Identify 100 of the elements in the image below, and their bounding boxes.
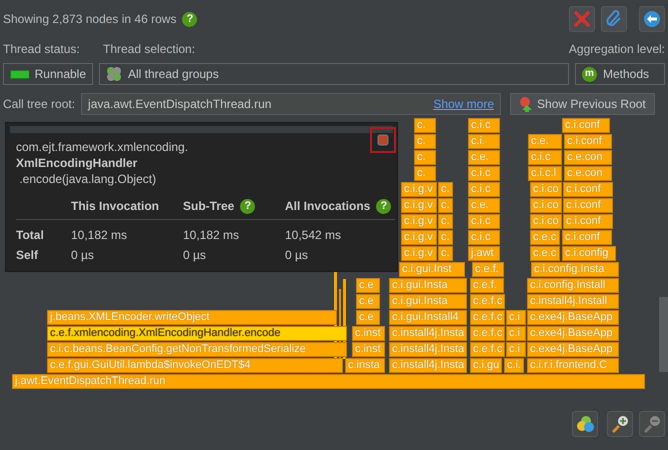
flame-node[interactable]: c.e. [468,150,500,165]
close-tooltip-button[interactable] [370,127,396,153]
table-cell-text: 10,182 ms [71,227,128,244]
flame-node[interactable]: c.i.g.v [401,214,437,229]
close-button[interactable] [569,6,595,32]
flame-node[interactable]: c.i.c [528,150,562,165]
call-tree-root-field[interactable]: java.awt.EventDispatchThread.run Show more [81,93,502,115]
flame-node[interactable]: j.beans.XMLEncoder.writeObject [47,310,337,325]
flame-node[interactable]: c.i.config.Insta [531,262,619,277]
back-button[interactable] [639,6,665,32]
flame-node[interactable]: c. [414,134,436,149]
paperclip-button[interactable] [601,6,627,32]
flame-node[interactable]: c. [438,198,453,213]
show-previous-root-button[interactable]: Show Previous Root [510,93,655,115]
flame-node[interactable]: j.awt.EventDispatchThread.run [12,374,645,389]
node-count-text: Showing 2,873 nodes in 46 rows [3,11,176,28]
flame-node[interactable]: c.i [506,310,526,325]
flame-node[interactable]: c.e.f.c [470,342,506,357]
flame-node[interactable]: c.i.config.Install [527,278,619,293]
flame-node[interactable]: c.i.co [530,182,562,197]
thread-selection-dropdown[interactable]: All thread groups [99,63,569,85]
flame-node[interactable]: c.install4j.Insta [389,358,468,373]
flame-node[interactable]: c. [414,118,436,133]
flame-node[interactable]: c.i [506,342,526,357]
flame-node[interactable]: c.i.gui.Insta [389,294,467,309]
flame-node[interactable]: c.e.con [564,150,612,165]
field-label: Thread status: [3,41,81,58]
flame-node[interactable]: c.insta [345,358,385,373]
colors-button[interactable] [572,411,598,437]
flame-node[interactable]: c.e.f. [472,262,504,277]
flame-node[interactable]: c.e.f. [470,278,504,293]
flame-node[interactable]: c.install4j.Insta [389,326,468,341]
flame-node[interactable]: c.e.f.gui.GuiUtil.lambda$invokeOnEDT$4 [47,358,343,373]
show-more-link[interactable]: Show more [433,95,494,113]
flame-node[interactable]: c.e [356,310,380,325]
help-icon[interactable]: ? [376,198,392,214]
zoom-in-button[interactable] [607,411,633,437]
flame-node[interactable]: c.e.c [530,246,560,261]
flame-node[interactable]: c.i.r.i.frontend.C [527,358,619,373]
flame-node[interactable]: c.i.conf [562,230,612,245]
flame-node[interactable]: c.e.c [530,230,560,245]
flame-node[interactable]: c.e.con [564,166,612,181]
flame-node[interactable]: c.i.co [530,214,562,229]
flame-node[interactable]: c.e [356,294,380,309]
flame-node[interactable]: c.i.g.v [401,182,437,197]
flame-node[interactable]: c.exe4j.BaseApp [527,342,619,357]
flame-node[interactable]: c.exe4j.BaseApp [527,310,619,325]
help-icon[interactable]: ? [182,12,198,26]
flame-node[interactable]: c.i.c [468,166,500,181]
flame-node[interactable]: c.e.f.c [470,326,506,341]
flame-node[interactable]: c. [438,214,453,229]
drag-handle[interactable] [10,126,393,133]
flame-node[interactable]: c.i [506,326,526,341]
flame-node[interactable]: c.i.c.beans.BeanConfig.getNonTransformedSerialize [47,342,347,357]
flame-node[interactable]: c. [438,182,453,197]
flame-node[interactable]: c.i.gu [470,358,502,373]
flame-node[interactable]: c.i.gui.Insta [389,278,467,293]
flame-node[interactable]: c.e. [528,134,562,149]
flame-node[interactable]: c.i.gui.Inst [399,262,465,277]
flame-node[interactable]: c.i.c.l [528,166,562,181]
flame-node[interactable]: c. [414,166,436,181]
flame-node[interactable]: c.install4j.Insta [389,342,468,357]
flame-node[interactable]: c.i.g.v [401,230,437,245]
flame-node[interactable]: c. [438,246,453,261]
flame-node[interactable]: c.i. [468,134,500,149]
flame-node[interactable]: c.e.f.c [470,310,506,325]
flame-node[interactable]: c.i.co [530,198,562,213]
table-cell-text: 0 µs [71,247,95,264]
flame-node[interactable]: c.i.conf [563,214,613,229]
help-icon[interactable]: ? [240,198,256,214]
flame-node[interactable]: c.i.config [562,246,616,261]
flame-node[interactable]: c.inst [352,326,385,341]
flame-node[interactable]: c.i. [504,358,524,373]
flame-node[interactable]: c.i.conf [563,182,613,197]
flame-node[interactable]: j.awt [468,246,500,261]
flame-node[interactable]: c.e. [468,198,500,213]
flame-node[interactable]: c.i.g.v [401,198,437,213]
flame-node[interactable]: c.install4j.Install [527,294,619,309]
flame-node[interactable]: c.i.c [468,182,500,197]
thread-status-dropdown[interactable]: Runnable [3,63,93,85]
zoom-out-button[interactable] [639,411,665,437]
flame-node[interactable]: c.i.c [468,118,500,133]
flame-node[interactable]: c.i.conf [563,198,613,213]
row-label: Self [16,247,40,264]
flame-node[interactable]: c.i.conf [564,134,612,149]
flame-node[interactable]: c.inst [352,342,385,357]
flame-node[interactable]: c.e.f.c [470,294,506,309]
flame-node[interactable]: c.e.f.xmlencoding.XmlEncodingHandler.encode [47,326,347,341]
flame-node[interactable]: c. [414,150,436,165]
flame-node[interactable]: c.i.g.v [401,246,437,261]
flame-node[interactable]: c.i.conf [562,118,610,133]
flame-node[interactable]: c.exe4j.BaseApp [527,326,619,341]
flame-node[interactable]: c.e [356,278,380,293]
scrollbar[interactable] [659,297,668,372]
zoom-in-icon [610,414,630,434]
flame-node[interactable]: c.i.c [468,230,500,245]
flame-node[interactable]: c. [438,230,453,245]
aggregation-level-dropdown[interactable]: m Methods [575,63,665,85]
flame-node[interactable]: c.i.c [468,214,500,229]
flame-node[interactable]: c.i.gui.Install4 [389,310,467,325]
